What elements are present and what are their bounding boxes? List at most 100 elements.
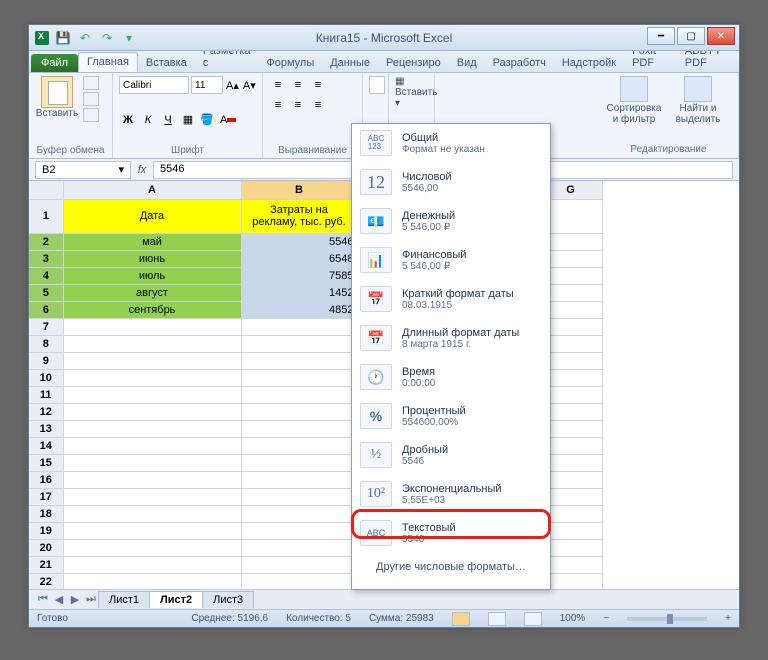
- cell[interactable]: [63, 573, 241, 589]
- row-header[interactable]: 18: [29, 505, 63, 522]
- row-header[interactable]: 22: [29, 573, 63, 589]
- sheet-tab-3[interactable]: Лист3: [202, 591, 254, 608]
- row-header[interactable]: 19: [29, 522, 63, 539]
- border-button[interactable]: ▦: [179, 111, 197, 129]
- row-header[interactable]: 4: [29, 267, 63, 284]
- sheet-nav-prev-icon[interactable]: ◀: [51, 592, 67, 608]
- view-pagebreak-icon[interactable]: [524, 612, 542, 626]
- font-color-button[interactable]: A: [219, 111, 237, 129]
- row-header[interactable]: 16: [29, 471, 63, 488]
- cell[interactable]: 7585: [241, 267, 357, 284]
- paste-button[interactable]: Вставить: [35, 76, 79, 122]
- cell[interactable]: август: [63, 284, 241, 301]
- cell[interactable]: [63, 522, 241, 539]
- cell[interactable]: май: [63, 233, 241, 250]
- maximize-button[interactable]: ▢: [677, 27, 705, 45]
- cell[interactable]: [241, 573, 357, 589]
- number-format-option[interactable]: 📅 Краткий формат даты08.03.1915: [352, 280, 550, 319]
- cell[interactable]: [63, 420, 241, 437]
- cell[interactable]: [63, 556, 241, 573]
- zoom-in-icon[interactable]: +: [725, 613, 731, 624]
- row-header[interactable]: 11: [29, 386, 63, 403]
- row-header[interactable]: 7: [29, 318, 63, 335]
- cell[interactable]: [241, 522, 357, 539]
- cell[interactable]: [63, 369, 241, 386]
- row-header[interactable]: 6: [29, 301, 63, 318]
- cell[interactable]: [63, 352, 241, 369]
- cell[interactable]: [63, 318, 241, 335]
- view-normal-icon[interactable]: [452, 612, 470, 626]
- cell[interactable]: [63, 488, 241, 505]
- tab-data[interactable]: Данные: [322, 54, 378, 72]
- cell[interactable]: [241, 454, 357, 471]
- zoom-out-icon[interactable]: −: [603, 613, 609, 624]
- row-header[interactable]: 13: [29, 420, 63, 437]
- cell[interactable]: 4852: [241, 301, 357, 318]
- find-select-button[interactable]: Найти и выделить: [667, 76, 729, 125]
- tab-file[interactable]: Файл: [31, 54, 78, 72]
- column-header[interactable]: A: [63, 181, 241, 199]
- underline-button[interactable]: Ч: [159, 111, 177, 129]
- cell[interactable]: Дата: [63, 199, 241, 233]
- sheet-tab-2[interactable]: Лист2: [149, 591, 203, 608]
- font-size-combo[interactable]: [191, 76, 223, 94]
- tab-view[interactable]: Вид: [449, 54, 485, 72]
- align-bottom-icon[interactable]: ≡: [309, 76, 327, 94]
- row-header[interactable]: 1: [29, 199, 63, 233]
- cell[interactable]: [241, 386, 357, 403]
- cell[interactable]: [63, 403, 241, 420]
- cell[interactable]: [241, 471, 357, 488]
- row-header[interactable]: 3: [29, 250, 63, 267]
- qat-customize-icon[interactable]: ▾: [121, 30, 137, 46]
- cell[interactable]: 5546: [241, 233, 357, 250]
- cell[interactable]: [63, 386, 241, 403]
- number-format-option[interactable]: 12 Числовой5546,00: [352, 163, 550, 202]
- tab-review[interactable]: Рецензиро: [378, 54, 449, 72]
- align-left-icon[interactable]: ≡: [269, 96, 287, 114]
- cell[interactable]: Затраты нарекламу, тыс. руб.: [241, 199, 357, 233]
- sheet-nav-first-icon[interactable]: ⏮: [35, 592, 51, 608]
- format-painter-icon[interactable]: [83, 108, 99, 122]
- row-header[interactable]: 12: [29, 403, 63, 420]
- sheet-nav-next-icon[interactable]: ▶: [67, 592, 83, 608]
- number-format-option[interactable]: ABC Текстовый5546: [352, 514, 550, 553]
- zoom-level[interactable]: 100%: [560, 613, 586, 624]
- close-button[interactable]: ✕: [707, 27, 735, 45]
- tab-formulas[interactable]: Формулы: [258, 54, 322, 72]
- row-header[interactable]: 15: [29, 454, 63, 471]
- number-format-option[interactable]: 📅 Длинный формат даты8 марта 1915 г.: [352, 319, 550, 358]
- grow-font-icon[interactable]: A▴: [225, 76, 240, 94]
- cell[interactable]: [241, 556, 357, 573]
- cell[interactable]: [63, 335, 241, 352]
- sort-filter-button[interactable]: Сортировка и фильтр: [603, 76, 665, 125]
- shrink-font-icon[interactable]: A▾: [242, 76, 257, 94]
- cell[interactable]: июнь: [63, 250, 241, 267]
- tab-developer[interactable]: Разработч: [485, 54, 554, 72]
- cell[interactable]: [241, 488, 357, 505]
- tab-insert[interactable]: Вставка: [138, 54, 195, 72]
- bold-button[interactable]: Ж: [119, 111, 137, 129]
- align-top-icon[interactable]: ≡: [269, 76, 287, 94]
- cell[interactable]: [241, 352, 357, 369]
- minimize-button[interactable]: ━: [647, 27, 675, 45]
- cell[interactable]: [63, 505, 241, 522]
- cell[interactable]: сентябрь: [63, 301, 241, 318]
- number-format-option[interactable]: 10² Экспоненциальный5,55E+03: [352, 475, 550, 514]
- row-header[interactable]: 21: [29, 556, 63, 573]
- align-middle-icon[interactable]: ≡: [289, 76, 307, 94]
- cell[interactable]: [63, 454, 241, 471]
- name-box[interactable]: B2▾: [35, 161, 131, 179]
- row-header[interactable]: 2: [29, 233, 63, 250]
- cell[interactable]: [63, 539, 241, 556]
- cell[interactable]: [241, 335, 357, 352]
- row-header[interactable]: 5: [29, 284, 63, 301]
- cell[interactable]: [241, 369, 357, 386]
- qat-undo-icon[interactable]: ↶: [77, 30, 93, 46]
- row-header[interactable]: 8: [29, 335, 63, 352]
- qat-save-icon[interactable]: 💾: [55, 30, 71, 46]
- sheet-nav-last-icon[interactable]: ⏭: [83, 592, 99, 608]
- cells-insert-button[interactable]: ▦ Вставить ▾: [395, 76, 428, 109]
- tab-home[interactable]: Главная: [78, 52, 138, 72]
- cell[interactable]: [63, 437, 241, 454]
- row-header[interactable]: 10: [29, 369, 63, 386]
